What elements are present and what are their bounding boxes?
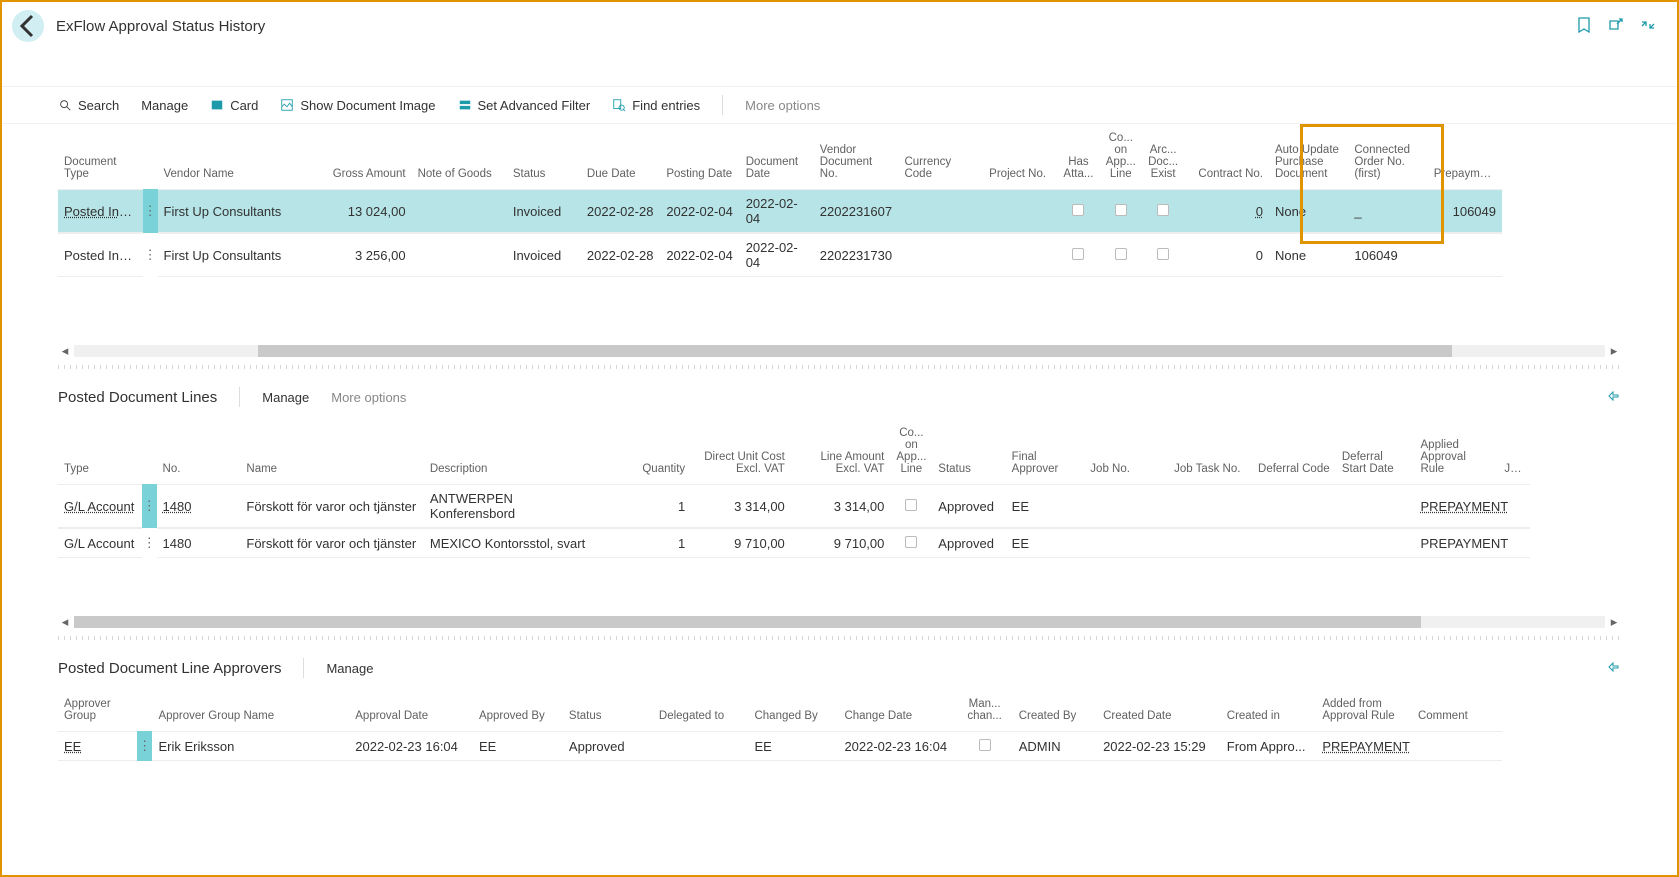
col-status[interactable]: Status <box>507 124 581 189</box>
col-hasatt[interactable]: Has Atta... <box>1057 124 1099 189</box>
row-menu-icon[interactable]: ⋮ <box>142 484 157 528</box>
approvers-grid: Approver Group Approver Group Name Appro… <box>58 690 1502 761</box>
col-contract[interactable]: Contract No. <box>1184 124 1269 189</box>
lines-section-title: Posted Document Lines <box>58 389 217 406</box>
row-menu-icon[interactable]: ⋮ <box>142 528 157 558</box>
col-vendordoc[interactable]: Vendor Document No. <box>814 124 899 189</box>
checkbox[interactable] <box>1115 204 1127 216</box>
document-image-icon <box>280 98 294 112</box>
arrow-left-icon <box>12 10 44 42</box>
col-doc-type[interactable]: Document Type <box>58 124 143 189</box>
col-prepay[interactable]: Prepayment Order No. <box>1428 124 1502 189</box>
adv-filter-icon <box>458 98 472 112</box>
set-advanced-filter-action[interactable]: Set Advanced Filter <box>458 98 591 113</box>
checkbox[interactable] <box>1115 248 1127 260</box>
col-notes[interactable]: Note of Goods <box>412 124 507 189</box>
checkbox[interactable] <box>905 536 917 548</box>
scroll-left-icon: ◂ <box>58 344 72 358</box>
checkbox[interactable] <box>1072 204 1084 216</box>
find-icon <box>612 98 626 112</box>
back-button[interactable] <box>12 10 44 42</box>
line-row[interactable]: G/L Account ⋮ 1480 Förskott för varor oc… <box>58 484 1530 528</box>
approvers-manage-action[interactable]: Manage <box>326 661 373 676</box>
main-grid: Document Type Vendor Name Gross Amount N… <box>58 124 1502 277</box>
horizontal-scrollbar[interactable]: ◂ ▸ <box>58 614 1621 630</box>
col-vendor[interactable]: Vendor Name <box>158 124 306 189</box>
approvers-section-title: Posted Document Line Approvers <box>58 660 281 677</box>
col-due[interactable]: Due Date <box>581 124 660 189</box>
row-menu-icon[interactable]: ⋮ <box>143 189 158 233</box>
col-auto[interactable]: Auto Update Purchase Document <box>1269 124 1348 189</box>
lines-manage-action[interactable]: Manage <box>262 390 309 405</box>
col-posting[interactable]: Posting Date <box>660 124 739 189</box>
lines-more-action[interactable]: More options <box>331 390 406 405</box>
checkbox[interactable] <box>1157 248 1169 260</box>
main-row[interactable]: Posted Invo... ⋮ First Up Consultants 3 … <box>58 233 1502 277</box>
col-coline[interactable]: Co... on App... Line <box>1100 124 1142 189</box>
checkbox[interactable] <box>1157 204 1169 216</box>
col-project[interactable]: Project No. <box>983 124 1057 189</box>
page-title: ExFlow Approval Status History <box>56 18 265 35</box>
card-action[interactable]: Card <box>210 98 258 113</box>
show-doc-image-action[interactable]: Show Document Image <box>280 98 435 113</box>
col-currency[interactable]: Currency Code <box>898 124 983 189</box>
col-connected[interactable]: Connected Order No. (first) <box>1348 124 1427 189</box>
approver-row[interactable]: EE ⋮ Erik Eriksson 2022-02-23 16:04 EE A… <box>58 731 1502 761</box>
lines-grid: Type No. Name Description Quantity Direc… <box>58 419 1530 558</box>
collapse-icon[interactable] <box>1639 16 1657 37</box>
popout-icon[interactable] <box>1607 16 1625 37</box>
more-options-action[interactable]: More options <box>745 98 820 113</box>
horizontal-scrollbar[interactable]: ◂ ▸ <box>58 343 1621 359</box>
manage-action[interactable]: Manage <box>141 98 188 113</box>
share-icon[interactable] <box>1605 659 1621 678</box>
checkbox[interactable] <box>1072 248 1084 260</box>
col-docdate[interactable]: Document Date <box>740 124 814 189</box>
line-row[interactable]: G/L Account ⋮ 1480 Förskott för varor oc… <box>58 528 1530 558</box>
scroll-right-icon: ▸ <box>1607 344 1621 358</box>
row-menu-icon[interactable]: ⋮ <box>143 233 158 277</box>
col-arc[interactable]: Arc... Doc... Exist <box>1142 124 1184 189</box>
search-icon <box>58 98 72 112</box>
col-gross[interactable]: Gross Amount <box>306 124 412 189</box>
checkbox[interactable] <box>979 739 991 751</box>
main-row[interactable]: Posted Invo... ⋮ First Up Consultants 13… <box>58 189 1502 233</box>
row-menu-icon[interactable]: ⋮ <box>137 731 153 761</box>
card-icon <box>210 98 224 112</box>
checkbox[interactable] <box>905 499 917 511</box>
find-entries-action[interactable]: Find entries <box>612 98 700 113</box>
bookmark-icon[interactable] <box>1575 16 1593 37</box>
share-icon[interactable] <box>1605 388 1621 407</box>
search-action[interactable]: Search <box>58 98 119 113</box>
